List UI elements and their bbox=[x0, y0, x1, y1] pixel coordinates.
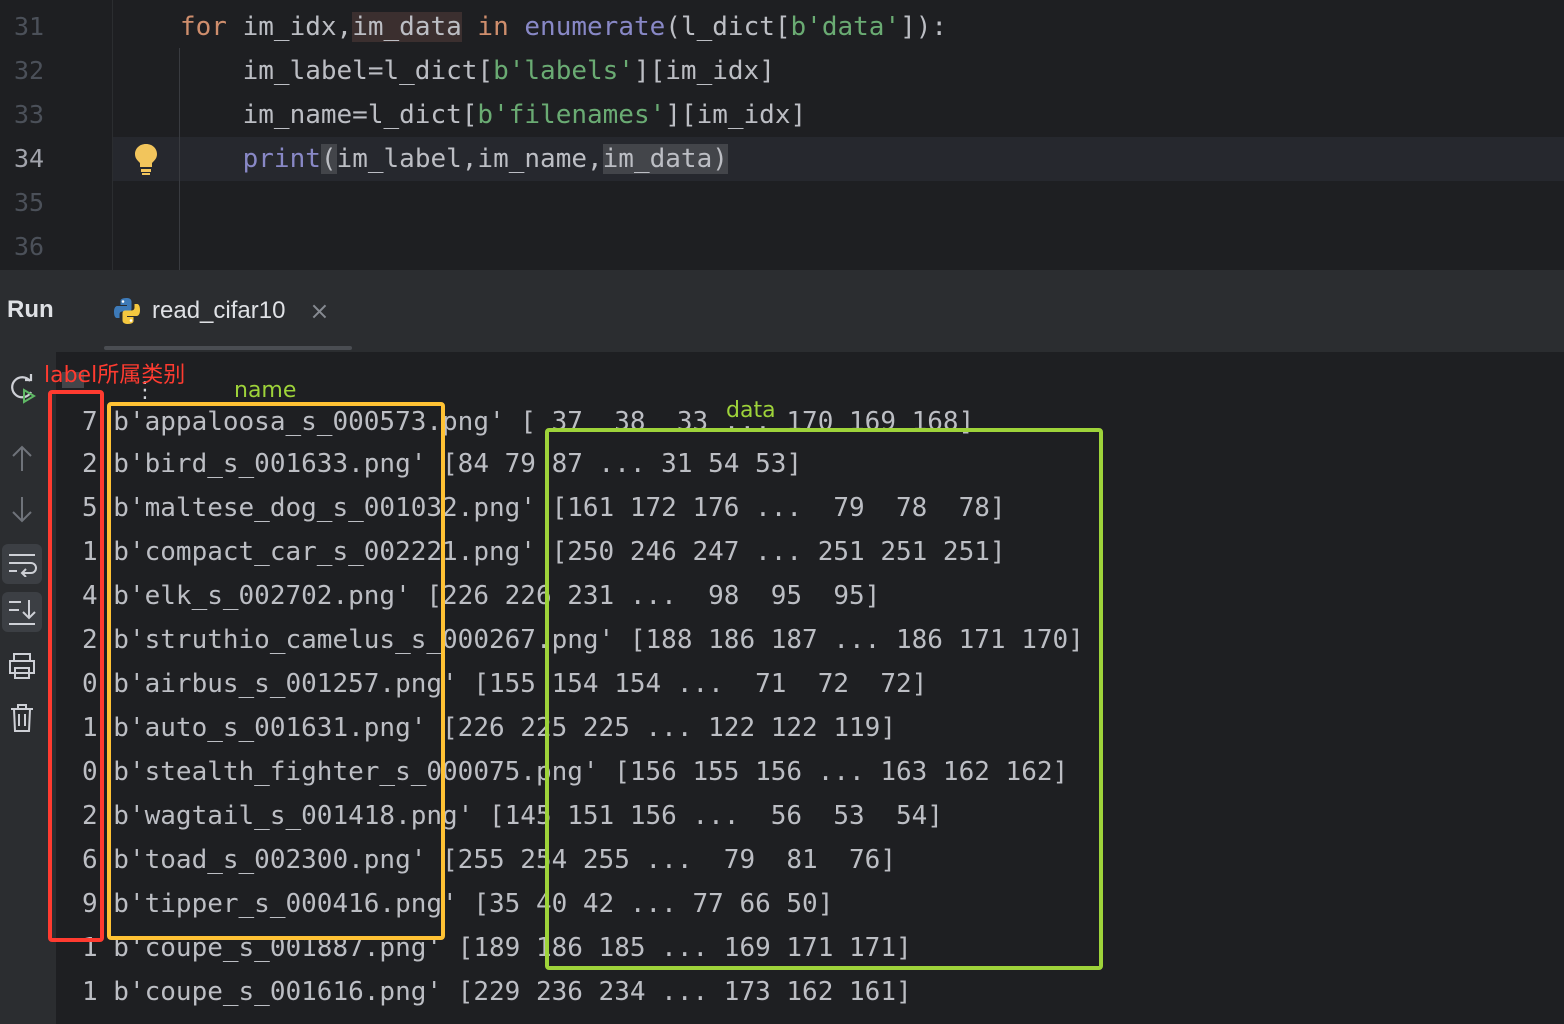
code-token: im_idx, bbox=[226, 12, 353, 42]
code-text-31[interactable]: for im_idx,im_data in enumerate(l_dict[b… bbox=[180, 5, 947, 49]
run-tab[interactable]: read_cifar10 × bbox=[112, 292, 330, 330]
highlighted-variable: im_data bbox=[602, 144, 713, 174]
close-icon[interactable]: × bbox=[309, 297, 329, 325]
code-line-35[interactable] bbox=[0, 181, 1564, 225]
code-token: im_label,im_name, bbox=[336, 144, 603, 174]
code-token: im_name=l_dict[ bbox=[180, 100, 478, 130]
python-icon bbox=[114, 298, 140, 324]
label-annotation-text: label所属类别 bbox=[44, 363, 186, 388]
line-number: 33 bbox=[14, 100, 45, 129]
data-highlight-box bbox=[545, 428, 1103, 970]
scroll-to-end-icon[interactable] bbox=[2, 592, 42, 632]
highlighted-variable: im_data bbox=[352, 12, 462, 42]
code-text-32[interactable]: im_label=l_dict[b'labels'][im_idx] bbox=[180, 49, 775, 93]
gutter-separator bbox=[112, 0, 113, 270]
code-token: ]): bbox=[900, 12, 948, 42]
builtin-print: print bbox=[180, 144, 321, 174]
rerun-icon[interactable] bbox=[2, 368, 42, 408]
code-line-36[interactable] bbox=[0, 225, 1564, 269]
lightbulb-icon[interactable] bbox=[132, 142, 160, 176]
line-number: 35 bbox=[14, 188, 45, 217]
code-token: ][im_idx] bbox=[665, 100, 807, 130]
code-token: (l_dict[ bbox=[665, 12, 791, 42]
run-tab-label: read_cifar10 bbox=[152, 297, 286, 324]
string-literal: b'filenames' bbox=[477, 100, 666, 130]
code-token: ][im_idx] bbox=[633, 56, 775, 86]
line-number: 31 bbox=[14, 12, 45, 41]
console-line: 1 b'coupe_s_001616.png' [229 236 234 ...… bbox=[82, 977, 912, 1007]
print-icon[interactable] bbox=[2, 646, 42, 686]
name-annotation-text: name bbox=[234, 378, 297, 403]
string-literal: b'labels' bbox=[493, 56, 634, 86]
keyword-in: in bbox=[461, 12, 525, 42]
active-tab-indicator bbox=[104, 346, 352, 350]
code-text-34[interactable]: print(im_label,im_name,im_data) bbox=[180, 137, 728, 181]
code-editor[interactable]: 31 32 33 34 35 36 for im_idx,im_data in … bbox=[0, 0, 1564, 270]
run-panel-title: Run bbox=[7, 296, 54, 323]
code-token: im_label=l_dict[ bbox=[180, 56, 494, 86]
label-highlight-box bbox=[48, 390, 104, 942]
line-number-current: 34 bbox=[14, 144, 45, 173]
trash-icon[interactable] bbox=[2, 698, 42, 738]
soft-wrap-icon[interactable] bbox=[2, 544, 42, 584]
keyword-for: for bbox=[180, 12, 227, 42]
name-highlight-box bbox=[107, 402, 445, 940]
scroll-up-icon[interactable] bbox=[2, 438, 42, 478]
line-number: 32 bbox=[14, 56, 45, 85]
string-literal: b'data' bbox=[790, 12, 901, 42]
data-annotation-text: data bbox=[726, 398, 776, 423]
code-text-33[interactable]: im_name=l_dict[b'filenames'][im_idx] bbox=[180, 93, 807, 137]
builtin-enumerate: enumerate bbox=[524, 12, 666, 42]
line-number: 36 bbox=[14, 232, 45, 261]
matched-paren: ( bbox=[320, 144, 337, 174]
scroll-down-icon[interactable] bbox=[2, 490, 42, 530]
matched-paren: ) bbox=[712, 144, 728, 174]
